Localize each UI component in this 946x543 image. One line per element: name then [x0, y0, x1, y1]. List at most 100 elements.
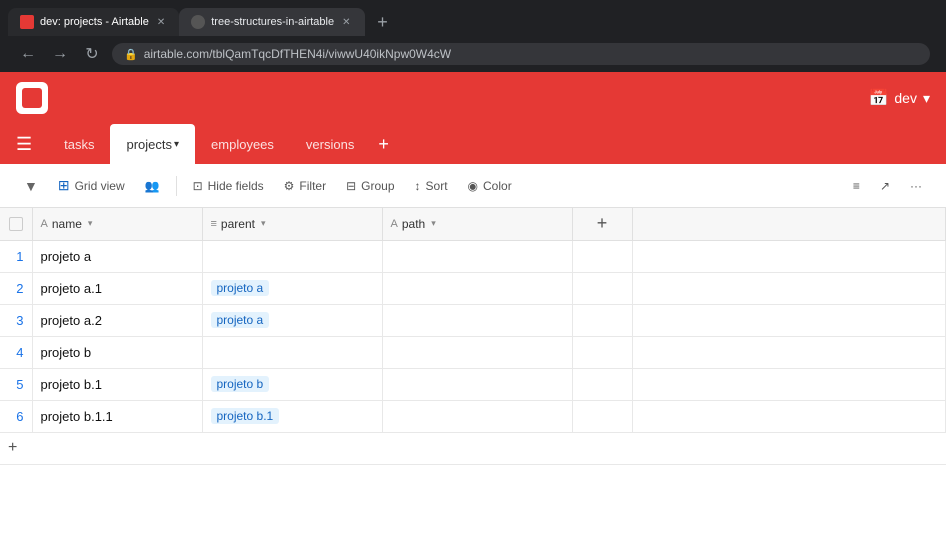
name-col-dropdown-icon[interactable]: ▾ [88, 218, 93, 229]
filter-label: Filter [299, 179, 326, 193]
col-parent-label: parent [221, 217, 255, 231]
nav-tab-versions[interactable]: versions [290, 124, 370, 164]
cell-name[interactable]: projeto b.1.1 [32, 400, 202, 432]
add-tab-button[interactable]: + [378, 134, 389, 155]
cell-empty-1 [572, 240, 632, 272]
cell-empty-2 [632, 400, 946, 432]
url-bar[interactable]: 🔒 airtable.com/tblQamTqcDfTHEN4i/viwwU40… [112, 43, 930, 65]
cell-name[interactable]: projeto b.1 [32, 368, 202, 400]
sort-button[interactable]: ↕ Sort [407, 175, 456, 197]
path-col-dropdown-icon[interactable]: ▾ [431, 218, 436, 229]
cell-path[interactable] [382, 400, 572, 432]
table-row[interactable]: 2projeto a.1 projeto a [0, 272, 946, 304]
tab-close-1[interactable]: ✕ [155, 15, 167, 30]
table-row[interactable]: 3projeto a.2projeto a [0, 304, 946, 336]
filter-button[interactable]: ⚙ Filter [276, 175, 334, 197]
cell-name[interactable]: projeto a.1 [32, 272, 202, 304]
cell-name[interactable]: projeto b [32, 336, 202, 368]
more-icon: ··· [910, 179, 922, 193]
select-all-checkbox[interactable] [9, 217, 23, 231]
column-header-row: A name ▾ ≡ parent ▾ A path [0, 208, 946, 240]
collaborators-button[interactable]: 👥 [137, 175, 168, 197]
nav-tab-versions-label: versions [306, 137, 354, 152]
lock-icon: 🔒 [124, 48, 138, 61]
new-tab-button[interactable]: + [369, 8, 397, 36]
tab-bar: dev: projects - Airtable ✕ tree-structur… [0, 0, 946, 36]
nav-tab-tasks-label: tasks [64, 137, 94, 152]
color-icon: ◉ [468, 179, 478, 193]
cell-empty-2 [632, 368, 946, 400]
cell-parent[interactable]: projeto b [202, 368, 382, 400]
col-header-add[interactable]: + [572, 208, 632, 240]
parent-link[interactable]: projeto a [211, 280, 270, 296]
workspace-label: dev [894, 90, 917, 106]
grid-view-button[interactable]: ⊞ Grid view [50, 173, 133, 198]
nav-tab-projects-label: projects [126, 137, 172, 152]
cell-name[interactable]: projeto a.2 [32, 304, 202, 336]
nav-tab-tasks[interactable]: tasks [48, 124, 110, 164]
checkbox-header[interactable] [0, 208, 32, 240]
hide-fields-button[interactable]: ⊡ Hide fields [185, 175, 272, 197]
logo-inner [22, 88, 42, 108]
col-header-name[interactable]: A name ▾ [32, 208, 202, 240]
forward-button[interactable]: → [48, 45, 72, 63]
col-header-empty [632, 208, 946, 240]
cell-path[interactable] [382, 272, 572, 304]
col-header-parent[interactable]: ≡ parent ▾ [202, 208, 382, 240]
filter-icon: ⚙ [284, 179, 295, 193]
cell-name[interactable]: projeto a [32, 240, 202, 272]
cell-path[interactable] [382, 336, 572, 368]
cell-parent[interactable]: projeto a [202, 304, 382, 336]
collaborators-icon: 👥 [145, 179, 160, 193]
tab-tree-structures[interactable]: tree-structures-in-airtable ✕ [179, 8, 364, 36]
cell-path[interactable] [382, 304, 572, 336]
cell-parent[interactable] [202, 240, 382, 272]
cell-parent[interactable] [202, 336, 382, 368]
table-row[interactable]: 6projeto b.1.1projeto b.1 [0, 400, 946, 432]
group-icon: ⊟ [346, 179, 356, 193]
tab-label-1: dev: projects - Airtable [40, 16, 149, 28]
cell-empty-1 [572, 368, 632, 400]
cell-path[interactable] [382, 368, 572, 400]
col-header-path[interactable]: A path ▾ [382, 208, 572, 240]
hamburger-icon[interactable]: ☰ [16, 134, 32, 155]
back-button[interactable]: ← [16, 45, 40, 63]
cell-empty-2 [632, 304, 946, 336]
tab-projects-airtable[interactable]: dev: projects - Airtable ✕ [8, 8, 179, 36]
view-toggle-button[interactable]: ▼ [16, 174, 46, 198]
cell-empty-1 [572, 336, 632, 368]
hide-icon: ⊡ [193, 179, 203, 193]
table-row[interactable]: 1projeto a [0, 240, 946, 272]
more-button[interactable]: ··· [902, 175, 930, 197]
table-body: 1projeto a2projeto a.1projeto a3projeto … [0, 240, 946, 432]
data-table: A name ▾ ≡ parent ▾ A path [0, 208, 946, 433]
cell-parent[interactable]: projeto a [202, 272, 382, 304]
parent-link[interactable]: projeto a [211, 312, 270, 328]
table-row[interactable]: 4projeto b [0, 336, 946, 368]
parent-link[interactable]: projeto b.1 [211, 408, 280, 424]
url-text: airtable.com/tblQamTqcDfTHEN4i/viwwU40ik… [144, 47, 451, 61]
workspace-dropdown-icon: ▾ [923, 90, 930, 107]
reload-button[interactable]: ↻ [80, 44, 104, 64]
hide-fields-label: Hide fields [208, 179, 264, 193]
color-button[interactable]: ◉ Color [460, 175, 520, 197]
cell-parent[interactable]: projeto b.1 [202, 400, 382, 432]
tab-close-2[interactable]: ✕ [340, 15, 352, 30]
row-number: 5 [0, 368, 32, 400]
row-height-button[interactable]: ≡ [845, 175, 868, 197]
cell-path[interactable] [382, 240, 572, 272]
row-height-icon: ≡ [853, 179, 860, 193]
row-number: 2 [0, 272, 32, 304]
workspace-button[interactable]: 📅 dev ▾ [868, 88, 930, 108]
nav-tab-projects[interactable]: projects ▾ [110, 124, 195, 164]
add-row-button[interactable]: + [0, 433, 946, 465]
table-row[interactable]: 5projeto b.1 projeto b [0, 368, 946, 400]
group-button[interactable]: ⊟ Group [338, 175, 402, 197]
workspace-icon: 📅 [868, 88, 888, 108]
sort-icon: ↕ [415, 179, 421, 193]
parent-link[interactable]: projeto b [211, 376, 270, 392]
nav-tab-employees[interactable]: employees [195, 124, 290, 164]
nav-tabs: ☰ tasks projects ▾ employees versions + [0, 124, 946, 164]
expand-button[interactable]: ↗ [872, 175, 898, 197]
parent-col-dropdown-icon[interactable]: ▾ [261, 218, 266, 229]
